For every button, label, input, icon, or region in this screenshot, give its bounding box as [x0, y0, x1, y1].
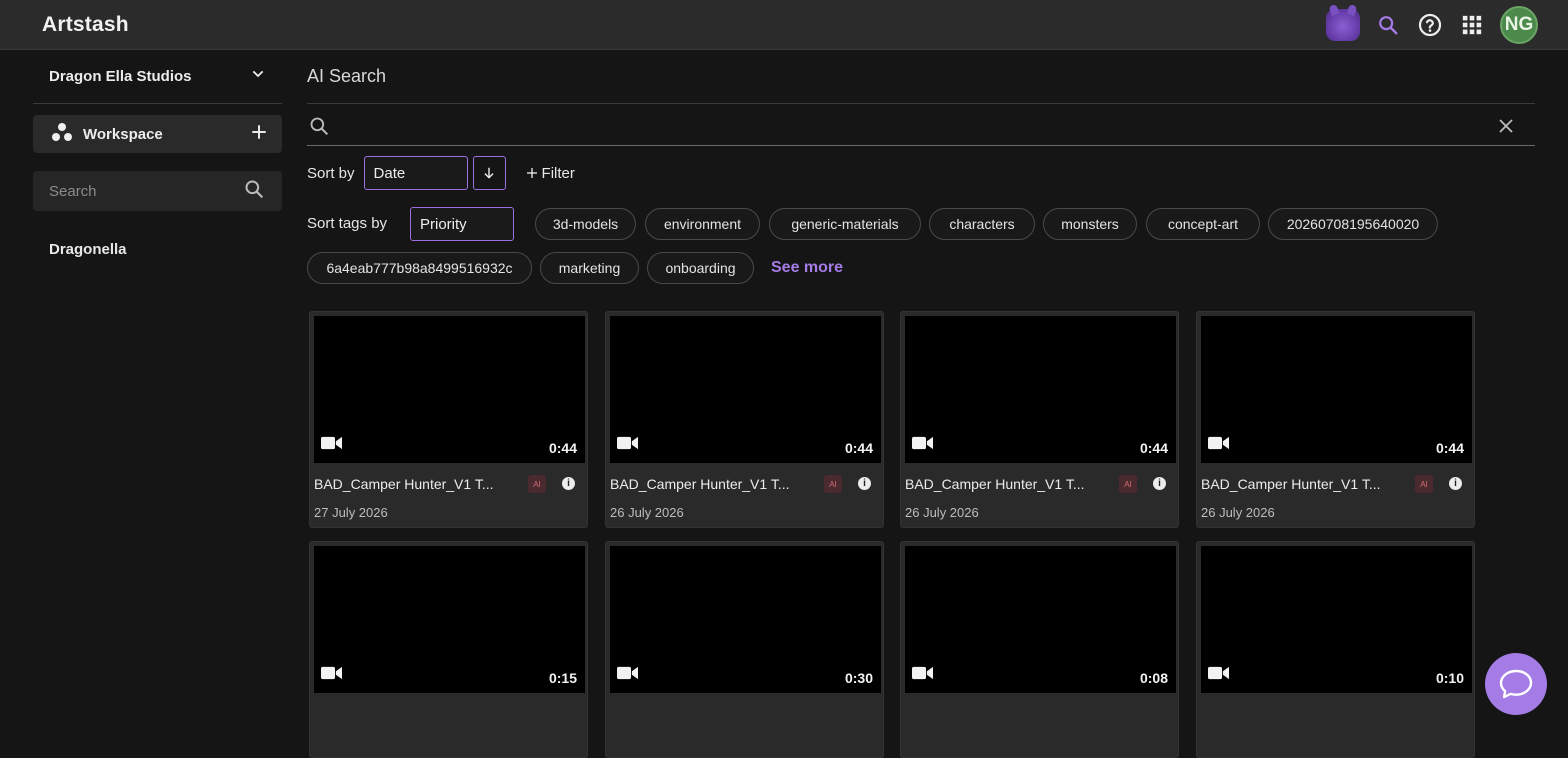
video-thumbnail[interactable]: 0:44 — [905, 316, 1176, 463]
asset-date: 26 July 2026 — [905, 505, 979, 520]
tag-chip[interactable]: concept-art — [1146, 208, 1260, 240]
video-thumbnail[interactable]: 0:44 — [314, 316, 585, 463]
ai-badge: AI — [1415, 475, 1433, 493]
sidebar-item-dragonella[interactable]: Dragonella — [33, 241, 282, 258]
sort-row: Sort by Date Filter — [307, 156, 1535, 190]
asset-card[interactable]: 0:15 — [309, 541, 588, 758]
video-thumbnail[interactable]: 0:08 — [905, 546, 1176, 693]
info-icon[interactable]: i — [1153, 477, 1166, 490]
tags-area: Sort tags by Priority 3d-models environm… — [307, 207, 1535, 287]
see-more-link[interactable]: See more — [771, 259, 843, 277]
asset-date: 27 July 2026 — [314, 505, 388, 520]
main-content: AI Search Sort by Date Filter Sort tags … — [307, 50, 1535, 287]
chat-button[interactable] — [1485, 653, 1547, 715]
sidebar-search — [33, 171, 282, 211]
video-camera-icon — [321, 666, 342, 685]
tag-chip[interactable]: monsters — [1043, 208, 1137, 240]
asset-title[interactable]: BAD_Camper Hunter_V1 T... — [314, 476, 514, 492]
workspace-icon — [51, 122, 73, 147]
asset-date: 26 July 2026 — [610, 505, 684, 520]
asset-title[interactable]: BAD_Camper Hunter_V1 T... — [610, 476, 810, 492]
video-duration: 0:30 — [844, 670, 873, 686]
video-duration: 0:44 — [1139, 440, 1168, 456]
asset-card[interactable]: 0:44 BAD_Camper Hunter_V1 T... AI i 26 J… — [900, 311, 1179, 528]
top-actions: NG — [1326, 6, 1538, 44]
video-duration: 0:44 — [844, 440, 873, 456]
tag-chip[interactable]: marketing — [540, 252, 639, 284]
filter-label: Filter — [541, 164, 575, 182]
video-camera-icon — [321, 436, 342, 455]
video-thumbnail[interactable]: 0:30 — [610, 546, 881, 693]
tag-chip[interactable]: 6a4eab777b98a8499516932c — [307, 252, 532, 284]
top-bar: Artstash NG — [0, 0, 1568, 50]
asset-card[interactable]: 0:44 BAD_Camper Hunter_V1 T... AI i 27 J… — [309, 311, 588, 528]
tag-chip[interactable]: environment — [645, 208, 760, 240]
video-duration: 0:08 — [1139, 670, 1168, 686]
video-duration: 0:44 — [1435, 440, 1464, 456]
page-title: AI Search — [307, 50, 1535, 104]
tag-chip[interactable]: generic-materials — [769, 208, 921, 240]
sidebar: Dragon Ella Studios Workspace Dragonella — [33, 50, 282, 258]
clear-search-icon[interactable] — [1497, 117, 1515, 140]
info-icon[interactable]: i — [858, 477, 871, 490]
video-camera-icon — [912, 666, 933, 685]
search-icon[interactable] — [1374, 11, 1402, 39]
video-duration: 0:44 — [548, 440, 577, 456]
add-filter-button[interactable]: Filter — [526, 165, 575, 182]
info-icon[interactable]: i — [1449, 477, 1462, 490]
tag-chip[interactable]: characters — [929, 208, 1035, 240]
asset-card[interactable]: 0:44 BAD_Camper Hunter_V1 T... AI i 26 J… — [605, 311, 884, 528]
ai-badge: AI — [824, 475, 842, 493]
video-thumbnail[interactable]: 0:44 — [610, 316, 881, 463]
sort-direction-button[interactable] — [472, 156, 506, 190]
chat-bubble-icon — [1499, 669, 1533, 699]
tag-chip[interactable]: 20260708195640020 — [1268, 208, 1438, 240]
sort-select[interactable]: Date — [363, 156, 468, 190]
asset-card[interactable]: 0:10 — [1196, 541, 1475, 758]
video-camera-icon — [912, 436, 933, 455]
sort-tags-select[interactable]: Priority — [410, 207, 514, 241]
workspace-label: Workspace — [83, 125, 163, 143]
org-name: Dragon Ella Studios — [49, 68, 192, 85]
asset-card[interactable]: 0:30 — [605, 541, 884, 758]
video-thumbnail[interactable]: 0:10 — [1201, 546, 1472, 693]
ai-badge: AI — [528, 475, 546, 493]
avatar[interactable]: NG — [1500, 6, 1538, 44]
help-icon[interactable] — [1416, 11, 1444, 39]
asset-card[interactable]: 0:44 BAD_Camper Hunter_V1 T... AI i 26 J… — [1196, 311, 1475, 528]
plus-icon — [526, 168, 537, 178]
ai-search-bar — [307, 116, 1535, 146]
app-title[interactable]: Artstash — [42, 13, 129, 37]
video-thumbnail[interactable]: 0:44 — [1201, 316, 1472, 463]
workspace-header[interactable]: Workspace — [33, 115, 282, 153]
org-selector[interactable]: Dragon Ella Studios — [33, 50, 282, 104]
video-camera-icon — [617, 436, 638, 455]
sidebar-search-input[interactable] — [49, 182, 229, 200]
add-workspace-icon[interactable] — [250, 123, 268, 146]
video-camera-icon — [1208, 436, 1229, 455]
video-duration: 0:10 — [1435, 670, 1464, 686]
tag-chip[interactable]: onboarding — [647, 252, 754, 284]
tag-chip[interactable]: 3d-models — [535, 208, 636, 240]
video-thumbnail[interactable]: 0:15 — [314, 546, 585, 693]
chevron-down-icon — [250, 66, 266, 87]
sort-tags-label: Sort tags by — [307, 215, 388, 232]
video-camera-icon — [617, 666, 638, 685]
mascot-icon[interactable] — [1326, 9, 1360, 41]
apps-grid-icon[interactable] — [1458, 11, 1486, 39]
ai-search-input[interactable] — [339, 120, 1497, 137]
asset-card[interactable]: 0:08 — [900, 541, 1179, 758]
search-icon[interactable] — [244, 179, 264, 204]
sort-label: Sort by — [307, 164, 355, 182]
video-camera-icon — [1208, 666, 1229, 685]
search-icon — [309, 116, 329, 141]
asset-title[interactable]: BAD_Camper Hunter_V1 T... — [905, 476, 1105, 492]
video-duration: 0:15 — [548, 670, 577, 686]
asset-title[interactable]: BAD_Camper Hunter_V1 T... — [1201, 476, 1401, 492]
info-icon[interactable]: i — [562, 477, 575, 490]
ai-badge: AI — [1119, 475, 1137, 493]
asset-date: 26 July 2026 — [1201, 505, 1275, 520]
